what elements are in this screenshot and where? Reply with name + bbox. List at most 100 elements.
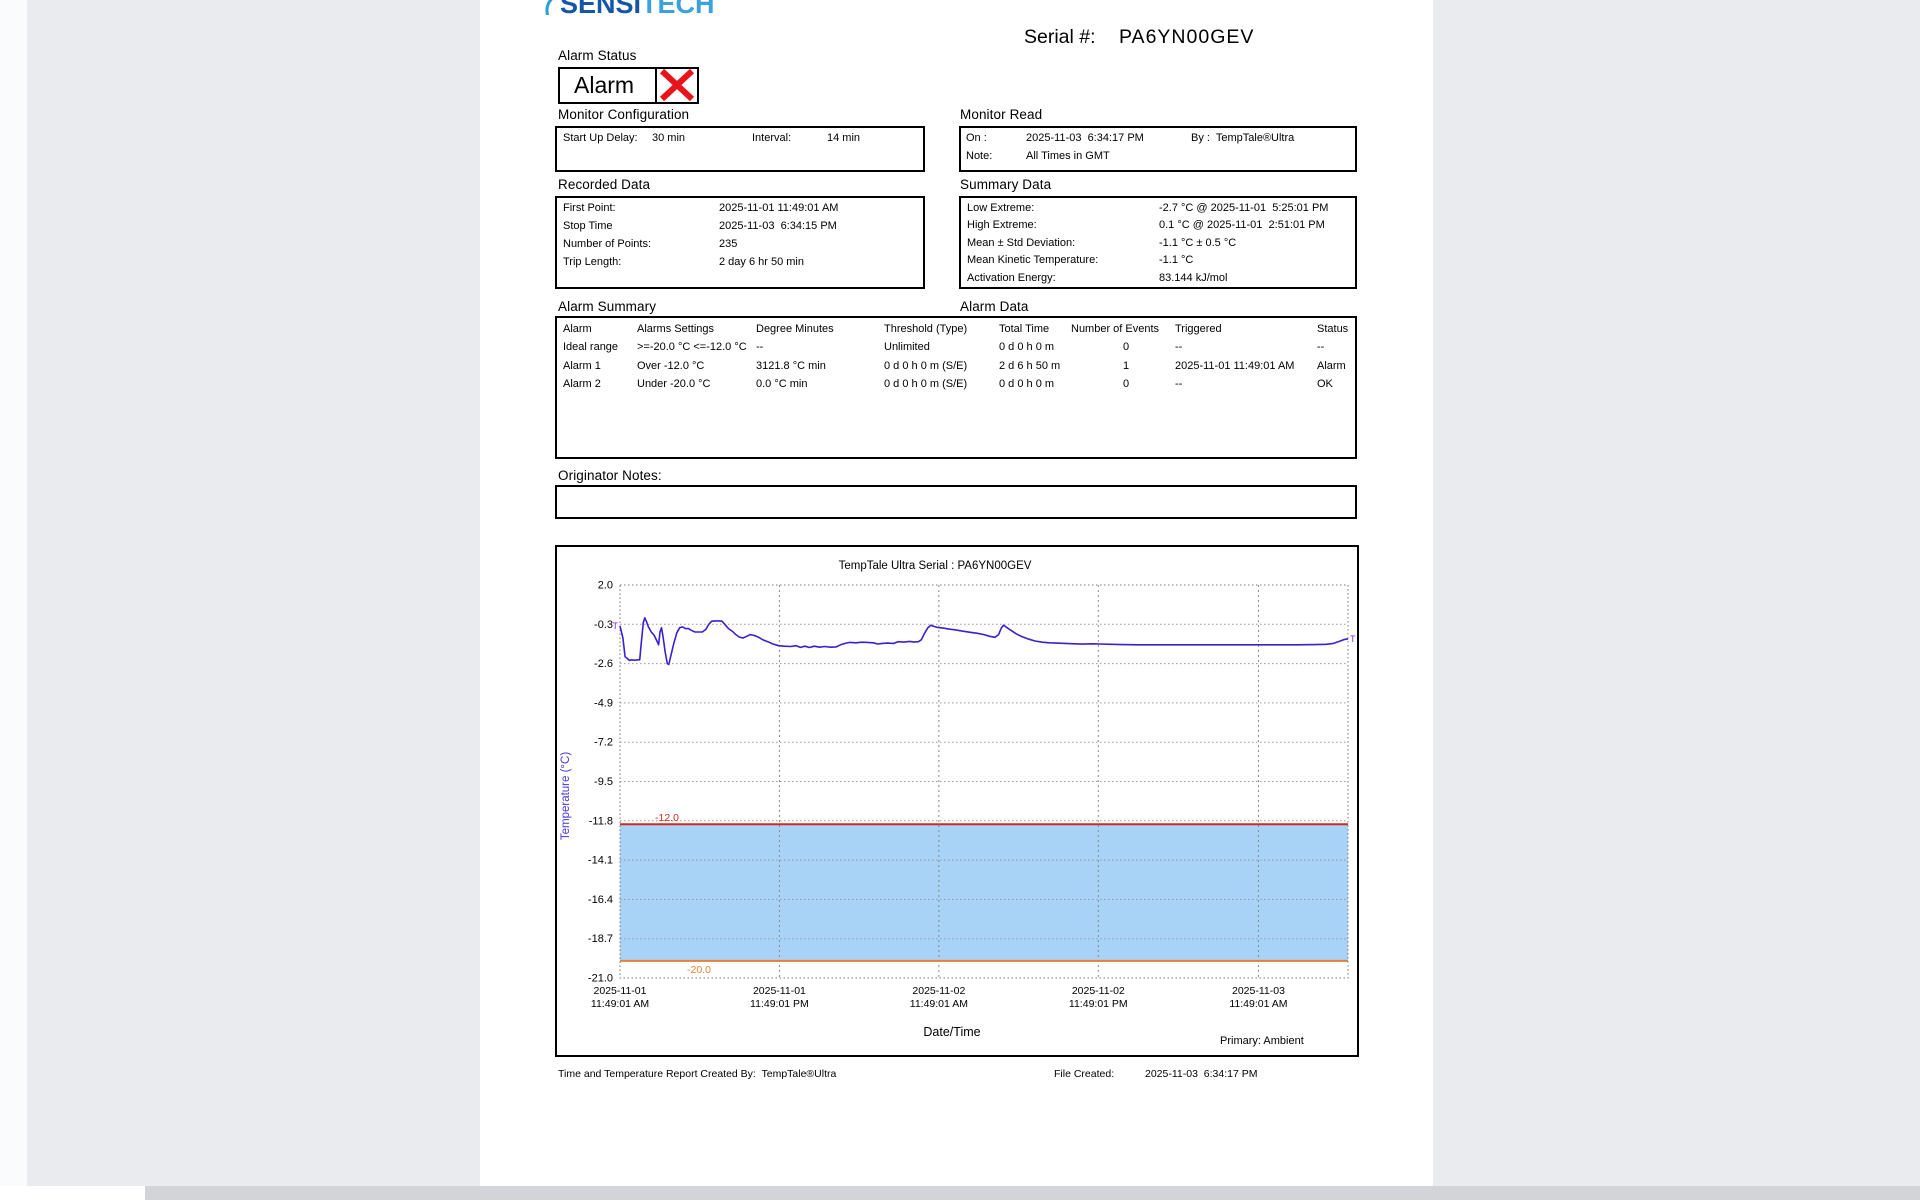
y-tick-label: -2.6 — [594, 658, 613, 670]
table-cell: -- — [1175, 341, 1182, 353]
x-tick-label: 2025-11-02 — [912, 985, 965, 997]
table-header-cell: Triggered — [1175, 323, 1222, 335]
table-cell: -- — [1175, 378, 1182, 390]
interval-value: 14 min — [827, 132, 860, 144]
data-row-label: Mean Kinetic Temperature: — [967, 254, 1098, 266]
report-page: SENSITECH Serial #: PA6YN00GEV Alarm Sta… — [480, 0, 1433, 1186]
data-row-value: 83.144 kJ/mol — [1159, 272, 1227, 284]
footer-file-created-value: 2025-11-03 6:34:17 PM — [1145, 1068, 1257, 1080]
x-tick-label: 11:49:01 AM — [1229, 998, 1287, 1010]
alarm-summary-title: Alarm Summary — [558, 299, 656, 314]
y-tick-label: -16.4 — [588, 894, 613, 906]
window-bottom-corner — [0, 1186, 145, 1200]
monitor-read-title: Monitor Read — [960, 107, 1042, 122]
window-left-gutter — [0, 0, 27, 1200]
temperature-chart: TempTale Ultra Serial : PA6YN00GEV2.0-0.… — [555, 545, 1359, 1057]
y-tick-label: -4.9 — [594, 697, 613, 709]
footer-file-created-label: File Created: — [1054, 1068, 1114, 1080]
high-limit-label: -12.0 — [655, 812, 679, 824]
alarm-summary-table: AlarmAlarms SettingsDegree MinutesThresh… — [555, 316, 1357, 459]
table-cell: -- — [1317, 341, 1324, 353]
table-cell: Alarm 2 — [563, 378, 601, 390]
startup-delay-value: 30 min — [652, 132, 685, 144]
data-row-label: Low Extreme: — [967, 202, 1034, 214]
temperature-line — [620, 618, 1348, 665]
x-tick-label: 11:49:01 AM — [910, 998, 968, 1010]
x-tick-label: 11:49:01 PM — [750, 998, 809, 1010]
data-row-value: 2025-11-01 11:49:01 AM — [719, 202, 838, 214]
table-cell: 0 d 0 h 0 m — [999, 378, 1054, 390]
y-tick-label: -14.1 — [588, 855, 613, 867]
x-axis-label: Date/Time — [923, 1025, 980, 1039]
table-cell: 0 — [1071, 341, 1181, 353]
table-cell: Alarm 1 — [563, 360, 601, 372]
logo-text-secondary: TECH — [641, 0, 715, 15]
chart-canvas: TempTale Ultra Serial : PA6YN00GEV2.0-0.… — [557, 547, 1357, 1055]
y-tick-label: -11.8 — [589, 815, 613, 827]
data-row-label: Number of Points: — [563, 238, 651, 250]
low-limit-label: -20.0 — [687, 964, 711, 976]
originator-notes-title: Originator Notes: — [558, 468, 662, 483]
table-header-cell: Status — [1317, 323, 1348, 335]
alarm-data-title: Alarm Data — [960, 299, 1029, 314]
sensitech-logo: SENSITECH — [538, 0, 718, 15]
data-row-label: Activation Energy: — [967, 272, 1056, 284]
data-row-label: Mean ± Std Deviation: — [967, 237, 1075, 249]
table-cell: 1 — [1071, 360, 1181, 372]
table-cell: 0 d 0 h 0 m (S/E) — [884, 378, 967, 390]
logo-text-primary: SENSI — [560, 0, 641, 15]
monitor-configuration-title: Monitor Configuration — [558, 107, 689, 122]
recorded-data-title: Recorded Data — [558, 177, 650, 192]
monitor-read-box: On : 2025-11-03 6:34:17 PM By : TempTale… — [959, 126, 1357, 172]
summary-data-title: Summary Data — [960, 177, 1051, 192]
table-header-cell: Degree Minutes — [756, 323, 834, 335]
table-cell: 2 d 6 h 50 m — [999, 360, 1060, 372]
alarm-status-value: Alarm — [574, 72, 634, 99]
logo-swoosh-icon — [547, 0, 555, 15]
alarm-x-icon — [657, 69, 697, 101]
table-cell: OK — [1317, 378, 1333, 390]
data-row-value: 235 — [719, 238, 737, 250]
read-on-label: On : — [966, 132, 987, 144]
window-bottom-bar — [145, 1186, 1920, 1200]
y-tick-label: -21.0 — [588, 973, 613, 985]
data-row-value: 0.1 °C @ 2025-11-01 2:51:01 PM — [1159, 219, 1325, 231]
data-row-value: -1.1 °C ± 0.5 °C — [1159, 237, 1236, 249]
y-tick-label: -9.5 — [594, 776, 613, 788]
svg-text:SENSITECH: SENSITECH — [560, 0, 715, 15]
footer-created-by: Time and Temperature Report Created By: … — [558, 1068, 836, 1080]
alarm-status-title: Alarm Status — [558, 48, 636, 63]
table-cell: 3121.8 °C min — [756, 360, 826, 372]
summary-data-box: Low Extreme:-2.7 °C @ 2025-11-01 5:25:01… — [959, 196, 1357, 289]
startup-delay-label: Start Up Delay: — [563, 132, 638, 144]
serial-label: Serial #: — [1024, 26, 1096, 49]
ideal-band — [620, 824, 1348, 961]
chart-legend: Primary: Ambient — [1220, 1035, 1304, 1047]
data-row-value: -1.1 °C — [1159, 254, 1193, 266]
table-header-cell: Alarm — [563, 323, 592, 335]
x-tick-label: 2025-11-02 — [1072, 985, 1125, 997]
data-row-label: High Extreme: — [967, 219, 1037, 231]
line-end-marker: T — [1350, 634, 1356, 644]
read-note-value: All Times in GMT — [1026, 150, 1110, 162]
data-row-label: Stop Time — [563, 220, 613, 232]
alarm-x-cell — [655, 69, 697, 102]
x-tick-label: 2025-11-01 — [753, 985, 806, 997]
x-tick-label: 2025-11-01 — [594, 985, 647, 997]
alarm-status-box: Alarm — [558, 67, 699, 104]
read-note-label: Note: — [966, 150, 992, 162]
table-cell: 0 — [1071, 378, 1181, 390]
data-row-label: First Point: — [563, 202, 616, 214]
table-header-cell: Total Time — [999, 323, 1049, 335]
recorded-data-box: First Point: 2025-11-01 11:49:01 AM Stop T… — [555, 196, 925, 289]
x-tick-label: 11:49:01 AM — [591, 998, 649, 1010]
y-tick-label: 2.0 — [598, 580, 613, 592]
line-start-marker: T — [613, 621, 619, 631]
table-cell: -- — [756, 341, 763, 353]
y-tick-label: -7.2 — [594, 737, 613, 749]
data-row-value: 2025-11-03 6:34:15 PM — [719, 220, 837, 232]
table-header-cell: Number of Events — [1071, 323, 1159, 335]
x-tick-label: 11:49:01 PM — [1069, 998, 1128, 1010]
data-row-label: Trip Length: — [563, 256, 621, 268]
table-cell: Under -20.0 °C — [637, 378, 711, 390]
